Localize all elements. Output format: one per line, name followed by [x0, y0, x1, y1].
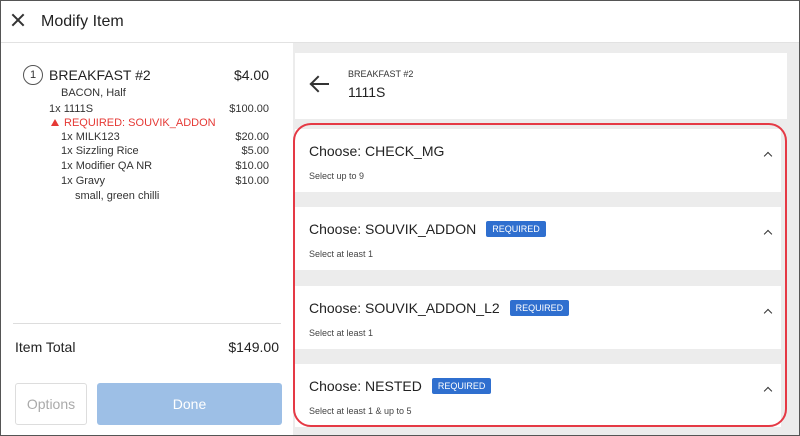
- line-item[interactable]: 1x 1111S: [49, 103, 93, 115]
- line-name: Modifier QA NR: [75, 160, 153, 172]
- item-total-value: $149.00: [228, 339, 279, 355]
- required-text: REQUIRED: SOUVIK_ADDON: [64, 117, 216, 129]
- chevron-up-icon[interactable]: [763, 386, 773, 396]
- line-qty: 1x: [61, 160, 73, 172]
- group-title: Choose: SOUVIK_ADDON_L2 REQUIRED: [309, 300, 570, 316]
- line-name: Gravy: [75, 175, 106, 187]
- modifier-group-souvik-addon[interactable]: Choose: SOUVIK_ADDON REQUIRED Select at l…: [295, 207, 781, 270]
- line-item[interactable]: 1x Modifier QA NR: [61, 160, 152, 172]
- line-name: 1111S: [63, 103, 94, 115]
- line-qty: 1x: [49, 103, 61, 115]
- divider: [13, 323, 281, 324]
- done-button[interactable]: Done: [97, 383, 282, 425]
- line-price: $100.00: [229, 103, 269, 115]
- group-rule: Select at least 1: [309, 328, 374, 338]
- order-summary-panel: [1, 43, 293, 435]
- page-title: Modify Item: [41, 13, 124, 30]
- required-badge: REQUIRED: [509, 300, 570, 316]
- line-qty: 1x: [61, 131, 73, 143]
- group-title: Choose: NESTED REQUIRED: [309, 378, 492, 394]
- item-note: BACON, Half: [61, 87, 126, 99]
- modifier-group-check-mg[interactable]: Choose: CHECK_MG Select up to 9: [295, 129, 781, 192]
- line-note: small, green chilli: [75, 190, 160, 202]
- required-warning: REQUIRED: SOUVIK_ADDON: [51, 117, 216, 129]
- modifier-group-souvik-addon-l2[interactable]: Choose: SOUVIK_ADDON_L2 REQUIRED Select a…: [295, 286, 781, 349]
- line-name: MILK123: [75, 131, 120, 143]
- group-rule: Select at least 1: [309, 249, 374, 259]
- top-bar: Modify Item: [1, 1, 799, 43]
- modifier-header: BREAKFAST #2 1111S: [295, 53, 787, 119]
- group-rule: Select up to 9: [309, 171, 365, 181]
- options-button[interactable]: Options: [15, 383, 87, 425]
- item-index-badge: 1: [23, 65, 43, 85]
- line-price: $5.00: [241, 145, 269, 157]
- group-rule: Select at least 1 & up to 5: [309, 406, 412, 416]
- modify-item-window: Modify Item 1 BREAKFAST #2 $4.00 BACON, …: [0, 0, 800, 436]
- warning-icon: [51, 119, 59, 126]
- current-modifier-name: 1111S: [348, 84, 386, 100]
- line-price: $20.00: [235, 131, 269, 143]
- line-item[interactable]: 1x Sizzling Rice: [61, 145, 139, 157]
- parent-item-label: BREAKFAST #2: [348, 69, 414, 79]
- line-qty: 1x: [61, 175, 73, 187]
- chevron-up-icon[interactable]: [763, 151, 773, 161]
- item-price: $4.00: [233, 67, 269, 83]
- group-title: Choose: SOUVIK_ADDON REQUIRED: [309, 221, 546, 237]
- line-item[interactable]: 1x MILK123: [61, 131, 120, 143]
- close-icon[interactable]: [9, 11, 27, 29]
- back-arrow-icon[interactable]: [309, 73, 331, 95]
- line-qty: 1x: [61, 145, 73, 157]
- item-total-label: Item Total: [15, 339, 76, 355]
- chevron-up-icon[interactable]: [763, 308, 773, 318]
- line-name: Sizzling Rice: [75, 145, 139, 157]
- required-badge: REQUIRED: [431, 378, 492, 394]
- line-price: $10.00: [235, 175, 269, 187]
- line-item[interactable]: 1x Gravy: [61, 175, 105, 187]
- line-price: $10.00: [235, 160, 269, 172]
- group-title: Choose: CHECK_MG: [309, 143, 445, 159]
- modifier-group-nested[interactable]: Choose: NESTED REQUIRED Select at least 1…: [295, 364, 781, 427]
- chevron-up-icon[interactable]: [763, 229, 773, 239]
- item-name: BREAKFAST #2: [49, 67, 151, 83]
- required-badge: REQUIRED: [486, 221, 546, 237]
